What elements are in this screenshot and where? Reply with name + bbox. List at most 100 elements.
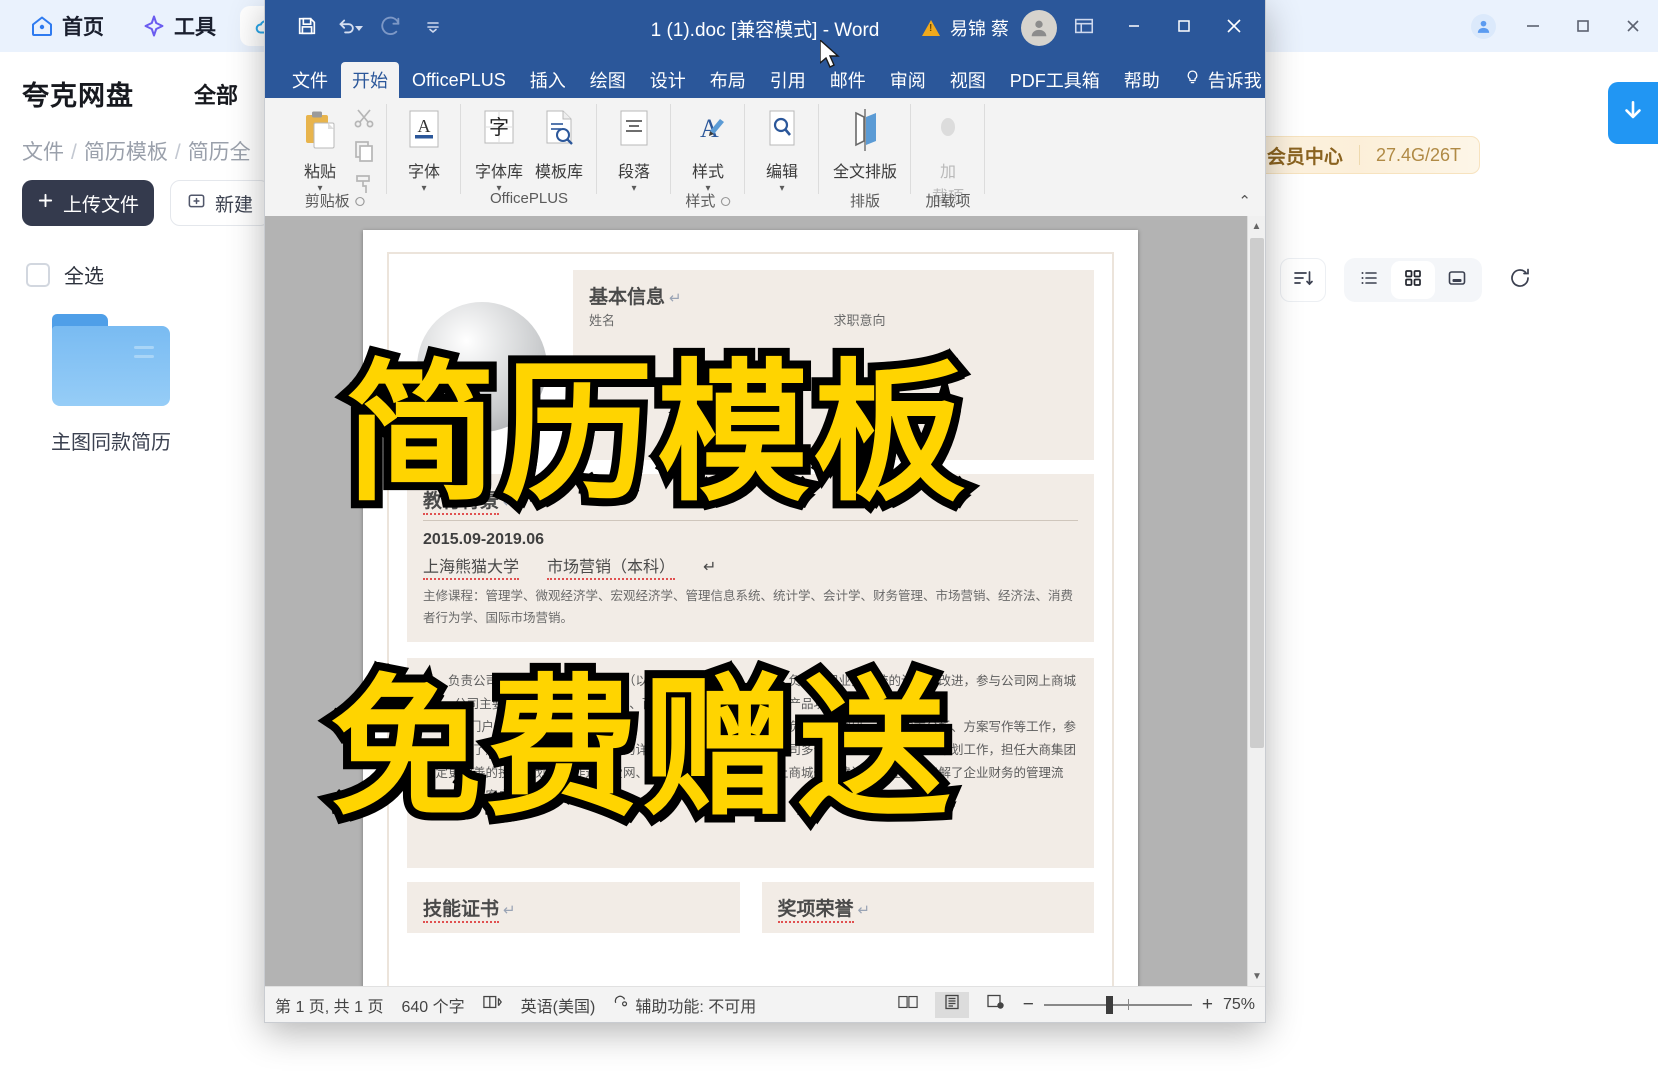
grid-view-button[interactable] xyxy=(1391,261,1435,299)
ribbon-group-officeplus-label: OfficePLUS xyxy=(489,190,569,207)
quark-tab-tools[interactable]: 工具 xyxy=(128,6,230,46)
proofing-status[interactable] xyxy=(482,994,503,1015)
document-scrollbar[interactable]: ▲ ▼ xyxy=(1247,216,1265,986)
close-button[interactable] xyxy=(1211,3,1257,53)
font-button[interactable]: A 字体 ▾ xyxy=(397,102,451,196)
quark-brand-title: 夸克网盘 xyxy=(22,81,134,111)
tab-review[interactable]: 审阅 xyxy=(879,62,937,98)
tab-references[interactable]: 引用 xyxy=(759,62,817,98)
new-folder-button[interactable]: 新建 xyxy=(170,180,271,226)
scrollbar-thumb[interactable] xyxy=(1250,238,1264,748)
card-view-button[interactable] xyxy=(1435,261,1479,299)
breadcrumb-item-0[interactable]: 文件 xyxy=(22,141,64,164)
full-text-layout-label: 全文排版 xyxy=(833,164,898,181)
collapse-ribbon-button[interactable]: ⌃ xyxy=(1238,192,1251,210)
copy-button[interactable] xyxy=(351,139,377,168)
quark-tab-home[interactable]: 首页 xyxy=(16,6,118,46)
upload-file-button[interactable]: 上传文件 xyxy=(22,180,154,226)
download-fab-button[interactable] xyxy=(1608,82,1658,144)
cut-button[interactable] xyxy=(351,106,377,135)
quark-account-button[interactable] xyxy=(1458,0,1508,52)
tab-home[interactable]: 开始 xyxy=(341,62,399,98)
tab-draw[interactable]: 绘图 xyxy=(579,62,637,98)
pilcrow-mark: ↵ xyxy=(857,901,871,919)
refresh-button[interactable] xyxy=(1500,260,1540,300)
ribbon-group-styles-label: 样式 ⭘ xyxy=(681,190,735,215)
folder-icon xyxy=(52,314,170,406)
warning-icon[interactable] xyxy=(921,20,940,36)
sort-button[interactable] xyxy=(1280,258,1326,302)
file-grid-item[interactable]: 主图同款简历 xyxy=(26,314,196,455)
styles-label: 样式 xyxy=(692,164,725,181)
language-indicator[interactable]: 英语(美国) xyxy=(521,993,596,1017)
select-all-row[interactable]: 全选 xyxy=(26,260,104,289)
editing-button[interactable]: 编辑 ▾ xyxy=(755,102,809,196)
avatar[interactable] xyxy=(1021,10,1057,46)
tell-me-box[interactable]: 告诉我 xyxy=(1173,62,1265,98)
quark-close-button[interactable] xyxy=(1608,0,1658,52)
tab-view[interactable]: 视图 xyxy=(939,62,997,98)
zoom-level-label[interactable]: 75% xyxy=(1223,996,1255,1014)
maximize-icon xyxy=(1174,16,1194,41)
new-folder-label: 新建 xyxy=(215,194,254,216)
template-library-icon xyxy=(537,105,581,157)
select-all-label: 全选 xyxy=(64,266,104,288)
customize-qat-button[interactable] xyxy=(413,8,453,48)
paste-icon xyxy=(300,105,340,157)
web-layout-icon xyxy=(986,994,1006,1015)
select-all-checkbox[interactable] xyxy=(26,262,50,287)
minimize-icon xyxy=(1124,16,1144,41)
tab-layout[interactable]: 布局 xyxy=(699,62,757,98)
breadcrumb-item-2[interactable]: 简历全 xyxy=(188,141,251,164)
read-mode-icon xyxy=(898,994,918,1015)
dialog-launcher-icon[interactable]: ⭘ xyxy=(355,194,365,209)
ribbon-display-options-button[interactable] xyxy=(1061,3,1107,53)
tab-pdf-toolbox[interactable]: PDF工具箱 xyxy=(999,62,1111,98)
tab-design[interactable]: 设计 xyxy=(639,62,697,98)
zoom-slider-track xyxy=(1043,1003,1192,1006)
minimize-button[interactable] xyxy=(1111,3,1157,53)
lightbulb-icon xyxy=(1184,69,1201,91)
font-icon: A xyxy=(402,105,446,157)
tab-insert[interactable]: 插入 xyxy=(519,62,577,98)
web-layout-button[interactable] xyxy=(979,992,1013,1018)
tab-officeplus[interactable]: OfficePLUS xyxy=(401,62,517,98)
editing-label: 编辑 xyxy=(766,164,799,181)
print-layout-button[interactable] xyxy=(934,991,969,1018)
plus-icon xyxy=(37,192,54,215)
quark-maximize-button[interactable] xyxy=(1558,0,1608,52)
paste-button[interactable]: 粘贴 ▾ xyxy=(293,102,347,196)
tab-help[interactable]: 帮助 xyxy=(1113,62,1171,98)
zoom-in-button[interactable]: + xyxy=(1202,994,1213,1016)
addin-icon xyxy=(926,105,970,157)
word-count[interactable]: 640 个字 xyxy=(401,993,464,1017)
quark-tab-tools-label: 工具 xyxy=(174,16,216,39)
tab-file[interactable]: 文件 xyxy=(281,62,339,98)
full-text-layout-button[interactable]: 全文排版 xyxy=(829,102,901,185)
ribbon-group-addins-label: 加载项 xyxy=(925,193,971,210)
template-library-button[interactable]: 模板库 xyxy=(531,102,587,185)
styles-button[interactable]: A 样式 ▾ xyxy=(681,102,735,196)
scroll-up-arrow[interactable]: ▲ xyxy=(1248,216,1265,236)
undo-button[interactable] xyxy=(329,8,369,48)
zoom-slider[interactable] xyxy=(1043,995,1192,1014)
breadcrumb-item-1[interactable]: 简历模板 xyxy=(84,141,168,164)
scroll-down-arrow[interactable]: ▼ xyxy=(1248,966,1265,986)
awards-title: 奖项荣誉 ↵ xyxy=(777,894,1079,923)
zoom-out-button[interactable]: − xyxy=(1023,994,1034,1016)
quark-minimize-button[interactable] xyxy=(1508,0,1558,52)
dialog-launcher-icon[interactable]: ⭘ xyxy=(720,194,730,209)
paragraph-button[interactable]: 段落 ▾ xyxy=(607,102,661,196)
page-indicator[interactable]: 第 1 页, 共 1 页 xyxy=(275,993,383,1017)
maximize-button[interactable] xyxy=(1161,3,1207,53)
zoom-slider-thumb[interactable] xyxy=(1105,995,1113,1014)
font-library-button[interactable]: 字 字体库 ▾ xyxy=(471,102,527,196)
accessibility-status[interactable]: 辅助功能: 不可用 xyxy=(613,993,756,1017)
redo-button[interactable] xyxy=(371,8,411,48)
resume-bottom-row: 技能证书 ↵ 奖项荣誉 ↵ xyxy=(407,881,1094,933)
save-button[interactable] xyxy=(287,8,327,48)
quark-all-files-tab[interactable]: 全部 xyxy=(194,78,238,110)
list-view-button[interactable] xyxy=(1347,261,1391,299)
print-layout-icon xyxy=(943,994,961,1015)
read-mode-button[interactable] xyxy=(891,992,925,1018)
